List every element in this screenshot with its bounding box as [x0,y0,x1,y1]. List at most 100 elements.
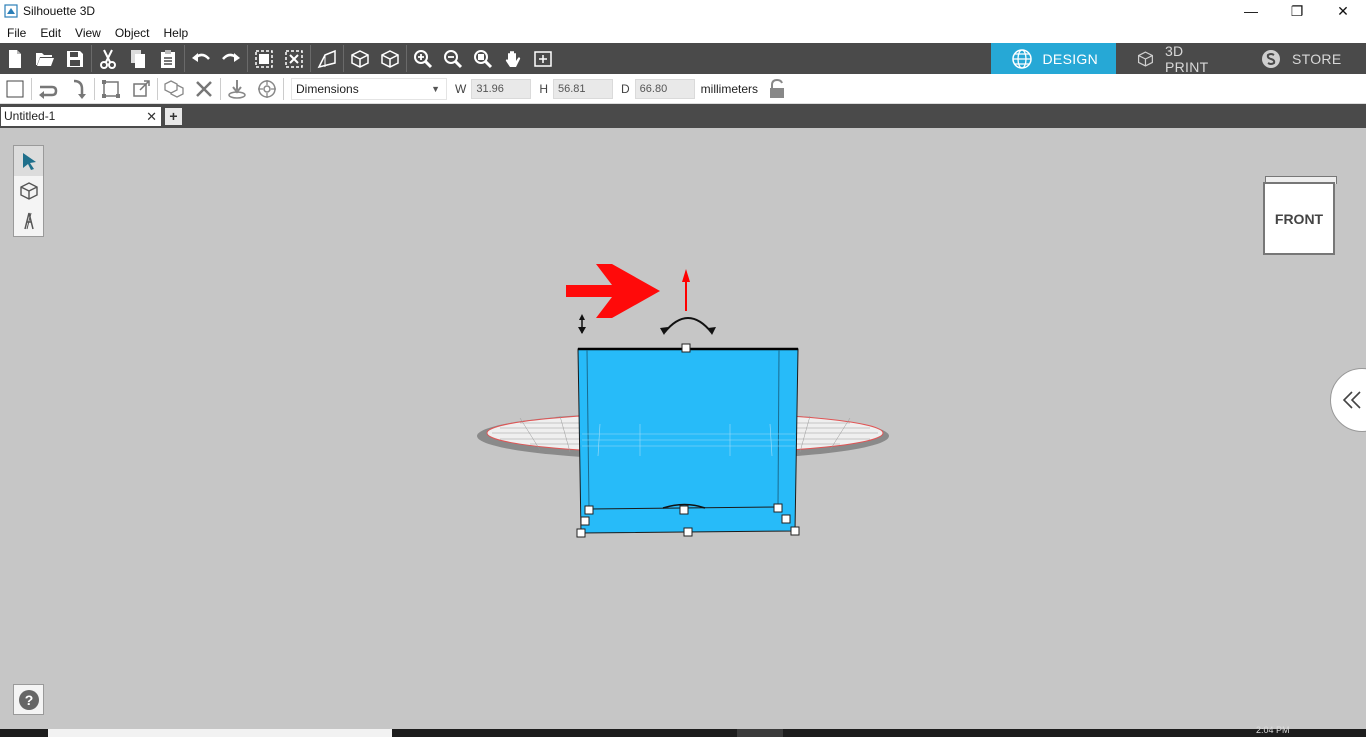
center-button[interactable] [252,74,282,104]
zoom-in-button[interactable] [408,43,438,74]
rotate-vertical-button[interactable] [63,74,93,104]
new-file-button[interactable] [0,43,30,74]
view-box-alt-button[interactable] [375,43,405,74]
help-icon: ? [18,689,39,710]
group-icon [255,49,273,68]
maximize-button[interactable]: ❐ [1274,0,1320,22]
copy-icon [131,49,145,68]
chevron-down-icon: ▼ [431,83,440,94]
menu-bar: File Edit View Object Help [0,22,1366,43]
drop-to-floor-icon [228,79,246,99]
drop-to-floor-button[interactable] [222,74,252,104]
align-button[interactable] [96,74,126,104]
chevron-double-left-icon [1342,391,1361,409]
add-document-button[interactable]: + [165,107,182,125]
save-button[interactable] [60,43,90,74]
tab-store-label: STORE [1292,50,1342,67]
folder-open-icon [36,52,54,66]
paste-button[interactable] [153,43,183,74]
close-window-button[interactable]: ✕ [1320,0,1366,22]
tab-store[interactable]: STORE [1240,43,1366,74]
close-tab-icon[interactable]: ✕ [146,109,157,125]
square-outline-icon [6,80,24,97]
rotate-x-handle[interactable] [663,317,713,334]
taskbar-search[interactable] [48,729,392,737]
height-field[interactable]: 56.81 [553,78,613,99]
red-arrow-annotation [566,264,660,318]
undo-icon [192,52,210,62]
text-tool-button[interactable] [14,206,43,236]
menu-object[interactable]: Object [108,26,157,40]
scissors-icon [100,49,116,69]
perspective-view-button[interactable] [312,43,342,74]
add-view-button[interactable] [528,43,558,74]
tab-3d-print[interactable]: 3D PRINT [1116,43,1240,75]
zoom-fit-icon [474,49,493,68]
zoom-out-button[interactable] [438,43,468,74]
bounding-box-icon [102,79,120,98]
mode-tabs: DESIGN 3D PRINT STORE [990,43,1366,75]
lock-open-icon[interactable] [768,78,786,99]
height-label: H [539,81,548,96]
depth-field[interactable]: 66.80 [634,78,695,99]
copy-button[interactable] [123,43,153,74]
undo-button[interactable] [186,43,216,74]
help-button[interactable]: ? [13,684,44,715]
group-button[interactable] [249,43,279,74]
add-box-icon [534,50,552,67]
zoom-out-icon [444,49,463,68]
select-box-button[interactable] [0,74,30,104]
workspace-canvas[interactable]: ? FRONT [0,128,1366,729]
menu-file[interactable]: File [0,26,33,40]
scale-icon [133,79,150,97]
delete-x-icon [196,80,212,97]
document-tab[interactable]: Untitled-1 ✕ [1,106,161,126]
taskbar-clock: 2:04 PM [1256,725,1290,735]
view-cube[interactable]: FRONT [1263,176,1337,256]
os-taskbar: 2:04 PM [0,725,1366,737]
depth-label: D [621,81,630,96]
clipboard-icon [161,49,175,68]
cube-icon [381,49,399,68]
dimensions-select[interactable]: Dimensions ▼ [291,77,447,100]
store-icon [1262,49,1280,68]
left-tool-panel [13,145,44,237]
redo-button[interactable] [216,43,246,74]
new-file-icon [9,49,21,68]
minimize-button[interactable]: — [1228,0,1274,22]
cube-outline-icon [351,49,369,68]
view-cube-front[interactable]: FRONT [1263,182,1335,255]
tab-design[interactable]: DESIGN [990,43,1116,74]
menu-edit[interactable]: Edit [33,26,68,40]
view-box-button[interactable] [345,43,375,74]
width-label: W [455,81,467,96]
cut-button[interactable] [93,43,123,74]
menu-view[interactable]: View [68,26,108,40]
rotate-horizontal-button[interactable] [33,74,63,104]
open-file-button[interactable] [30,43,60,74]
taskbar-app-silhouette[interactable] [737,729,783,737]
pan-button[interactable] [498,43,528,74]
width-field[interactable]: 31.96 [471,78,532,99]
text-3d-icon [23,212,34,230]
zoom-fit-button[interactable] [468,43,498,74]
units-label: millimeters [700,81,759,96]
delete-button[interactable] [189,74,219,104]
3d-scene[interactable] [0,128,1366,729]
property-bar: Dimensions ▼ W 31.96 H 56.81 D 66.80 mil… [0,74,1366,104]
hand-icon [505,50,521,67]
selected-box-object[interactable] [577,347,799,534]
zoom-in-icon [414,49,433,68]
document-tab-bar: Untitled-1 ✕ + [0,104,1366,128]
menu-help[interactable]: Help [157,26,196,40]
shape-tool-button[interactable] [14,176,43,206]
select-tool-button[interactable] [14,146,43,176]
scale-button[interactable] [126,74,156,104]
title-bar: Silhouette 3D — ❐ ✕ [0,0,1366,22]
duplicate-button[interactable] [159,74,189,104]
globe-icon [1011,48,1032,69]
app-logo-icon [4,4,18,18]
rotate-vertical-icon [73,79,86,99]
ungroup-button[interactable] [279,43,309,74]
redo-icon [222,52,240,62]
